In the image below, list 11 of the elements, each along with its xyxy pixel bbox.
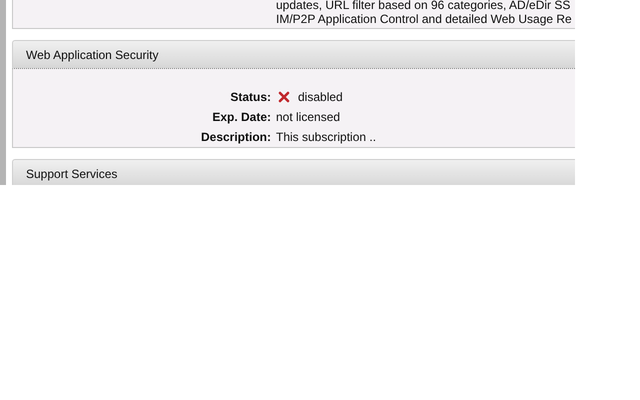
section-header[interactable]: Web Application Security xyxy=(12,40,575,69)
field-label: Status: xyxy=(229,89,271,106)
description-text: IM/P2P Application Control and detailed Web Usage Re xyxy=(276,12,573,26)
field-value: not licensed xyxy=(276,109,342,126)
field-label: Description: xyxy=(200,129,271,146)
field-label: Exp. Date: xyxy=(211,109,271,126)
field-value: This subscription .. xyxy=(276,129,378,146)
description-text: updates, URL filter based on 96 categories, AD/eDir SS xyxy=(276,0,572,12)
field-value: disabled xyxy=(298,89,343,106)
section-header[interactable]: Support Services xyxy=(12,159,575,185)
cross-icon xyxy=(278,91,290,103)
